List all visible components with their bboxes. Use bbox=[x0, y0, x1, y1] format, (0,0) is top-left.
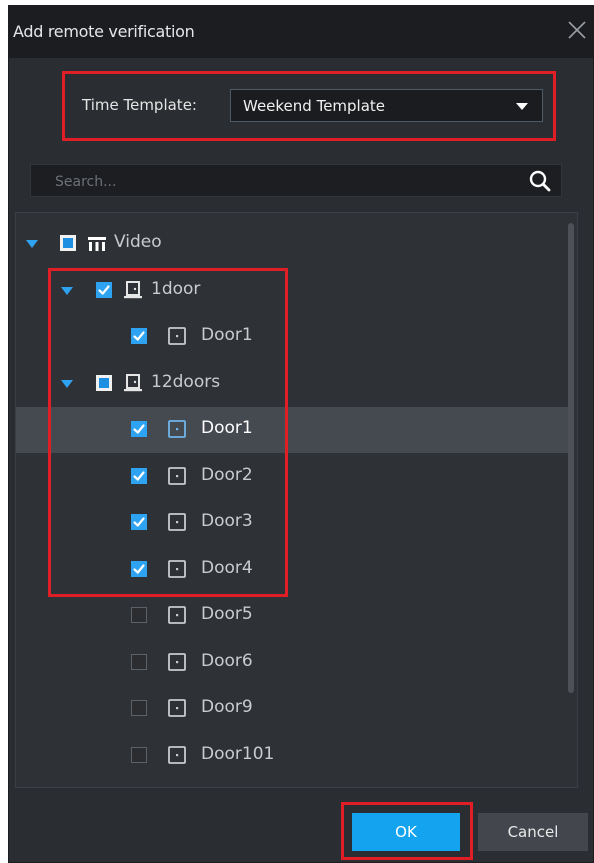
tree-row-door3[interactable]: Door3 bbox=[16, 500, 570, 546]
tree-row-door101[interactable]: Door101 bbox=[16, 733, 570, 779]
expand-toggle-icon[interactable] bbox=[26, 240, 38, 248]
video-group-icon bbox=[86, 232, 108, 254]
expand-toggle-icon[interactable] bbox=[61, 286, 73, 295]
tree-node-label: Door5 bbox=[201, 604, 253, 624]
checkbox[interactable] bbox=[131, 421, 147, 437]
tree-row-12doors[interactable]: 12doors bbox=[16, 361, 570, 407]
tree-node-label: 1door bbox=[151, 278, 201, 299]
tree-node-label: Door3 bbox=[201, 511, 253, 531]
tree-node-label: 12doors bbox=[151, 371, 221, 392]
door-icon bbox=[166, 511, 188, 533]
tree-node-label: Door4 bbox=[201, 557, 253, 578]
time-template-label: Time Template: bbox=[82, 96, 197, 114]
chevron-down-icon[interactable] bbox=[516, 103, 528, 110]
search-icon[interactable] bbox=[527, 168, 553, 194]
door-icon bbox=[166, 744, 188, 766]
search-box bbox=[30, 164, 562, 198]
checkbox[interactable] bbox=[131, 607, 147, 623]
checkbox[interactable] bbox=[96, 281, 112, 298]
checkbox[interactable] bbox=[131, 328, 147, 344]
checkbox[interactable] bbox=[131, 560, 147, 577]
dialog-titlebar: Add remote verification bbox=[9, 6, 593, 58]
cancel-button[interactable]: Cancel bbox=[478, 813, 588, 851]
door-icon bbox=[166, 465, 188, 487]
door-icon bbox=[166, 558, 188, 580]
tree-node-label: Video bbox=[114, 232, 162, 252]
checkbox[interactable] bbox=[60, 235, 76, 251]
tree-row-video[interactable]: Video bbox=[16, 221, 570, 267]
door-controller-icon bbox=[122, 279, 144, 301]
checkbox[interactable] bbox=[131, 653, 147, 670]
ok-button[interactable]: OK bbox=[352, 813, 460, 851]
checkbox[interactable] bbox=[131, 467, 147, 484]
door-icon bbox=[166, 604, 188, 626]
device-tree[interactable]: Video 1door Door1 12doors Door1 Door2 Door3 Doo… bbox=[15, 212, 578, 788]
tree-node-label: Door1 bbox=[201, 325, 253, 345]
door-icon bbox=[166, 325, 188, 347]
tree-row-door5[interactable]: Door5 bbox=[16, 593, 570, 639]
tree-row-door1[interactable]: Door1 bbox=[16, 407, 570, 453]
tree-node-label: Door1 bbox=[201, 418, 253, 438]
tree-node-label: Door101 bbox=[201, 743, 275, 764]
tree-node-label: Door6 bbox=[201, 650, 253, 671]
close-icon[interactable] bbox=[559, 14, 593, 48]
tree-row-door4[interactable]: Door4 bbox=[16, 547, 570, 593]
door-icon bbox=[166, 697, 188, 719]
tree-row-door2[interactable]: Door2 bbox=[16, 454, 570, 500]
door-controller-icon bbox=[122, 372, 144, 394]
search-input[interactable] bbox=[31, 165, 537, 198]
time-template-select[interactable]: Weekend Template bbox=[230, 89, 543, 122]
checkbox[interactable] bbox=[131, 746, 147, 763]
tree-row-door9[interactable]: Door9 bbox=[16, 686, 570, 732]
time-template-value: Weekend Template bbox=[243, 97, 386, 115]
tree-node-label: Door9 bbox=[201, 697, 253, 717]
door-icon bbox=[166, 418, 188, 440]
tree-scrollbar[interactable] bbox=[568, 223, 574, 693]
checkbox[interactable] bbox=[96, 374, 112, 391]
checkbox[interactable] bbox=[131, 700, 147, 716]
time-template-row: Time Template: Weekend Template bbox=[62, 71, 556, 141]
tree-row-door1[interactable]: Door1 bbox=[16, 314, 570, 360]
tree-row-door6[interactable]: Door6 bbox=[16, 640, 570, 686]
door-icon bbox=[166, 651, 188, 673]
tree-node-label: Door2 bbox=[201, 464, 253, 485]
tree-row-1door[interactable]: 1door bbox=[16, 268, 570, 314]
dialog-title: Add remote verification bbox=[13, 22, 195, 41]
checkbox[interactable] bbox=[131, 514, 147, 530]
expand-toggle-icon[interactable] bbox=[61, 379, 73, 388]
